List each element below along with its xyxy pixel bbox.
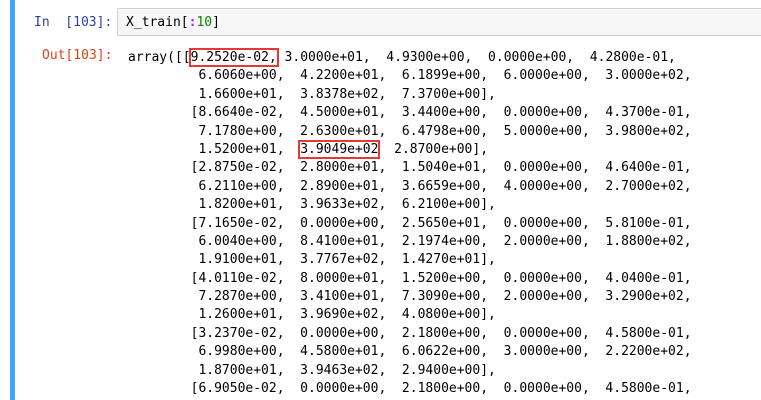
output-text: [8.6640e-02, 4.5000e+01, 3.4400e+00, 0.0… xyxy=(128,105,692,121)
output-text: 1.2600e+01, 3.9690e+02, 4.0800e+00], xyxy=(128,307,496,323)
output-text: 6.9980e+00, 4.5800e+01, 6.0622e+00, 3.00… xyxy=(128,344,692,360)
code-editor[interactable]: X_train[:10] xyxy=(117,8,761,36)
output-line: 1.8200e+01, 3.9633e+02, 6.2100e+00], xyxy=(128,196,692,214)
output-line: [8.6640e-02, 4.5000e+01, 3.4400e+00, 0.0… xyxy=(128,104,692,122)
output-line: 1.8700e+01, 3.9463e+02, 2.9400e+00], xyxy=(128,362,692,380)
output-text: 6.2110e+00, 2.8900e+01, 3.6659e+00, 4.00… xyxy=(128,178,692,194)
output-line: [4.0110e-02, 8.0000e+01, 1.5200e+00, 0.0… xyxy=(128,270,692,288)
output-text: 7.2870e+00, 3.4100e+01, 7.3090e+00, 2.00… xyxy=(128,289,692,305)
output-text: [6.9050e-02, 0.0000e+00, 2.1800e+00, 0.0… xyxy=(128,381,692,397)
output-prompt: Out[103]: xyxy=(42,48,113,63)
output-text: 1.5200e+01, xyxy=(128,141,301,157)
output-text: 1.6600e+01, 3.8378e+02, 7.3700e+00], xyxy=(128,86,496,102)
output-text: 1.9100e+01, 3.7767e+02, 1.4270e+01], xyxy=(128,252,496,268)
output-text: 3.0000e+01, 4.9300e+00, 0.0000e+00, 4.28… xyxy=(276,50,676,65)
output-text: 1.8700e+01, 3.9463e+02, 2.9400e+00], xyxy=(128,362,496,378)
output-line: 7.2870e+00, 3.4100e+01, 7.3090e+00, 2.00… xyxy=(128,288,692,306)
output-text: [4.0110e-02, 8.0000e+01, 1.5200e+00, 0.0… xyxy=(128,270,692,286)
selected-cell-indicator xyxy=(10,0,15,400)
output-area: array([[9.2520e-02, 3.0000e+01, 4.9300e+… xyxy=(128,48,692,400)
output-text: 6.0040e+00, 8.4100e+01, 2.1974e+00, 2.00… xyxy=(128,233,692,249)
output-text: array([[ xyxy=(128,50,191,65)
code-bracket-open: [ xyxy=(180,15,189,30)
output-line: 6.6060e+00, 4.2200e+01, 6.1899e+00, 6.00… xyxy=(128,67,692,85)
output-line: 1.2600e+01, 3.9690e+02, 4.0800e+00], xyxy=(128,306,692,324)
highlighted-value: 9.2520e-02, xyxy=(188,48,279,67)
output-line: 6.0040e+00, 8.4100e+01, 2.1974e+00, 2.00… xyxy=(128,233,692,251)
output-line: 6.2110e+00, 2.8900e+01, 3.6659e+00, 4.00… xyxy=(128,178,692,196)
code-variable: X_train xyxy=(126,15,181,30)
code-bracket-close: ] xyxy=(212,15,220,30)
output-text: 7.1780e+00, 2.6300e+01, 6.4798e+00, 5.00… xyxy=(128,123,692,139)
output-text: 1.8200e+01, 3.9633e+02, 6.2100e+00], xyxy=(128,197,496,213)
input-prompt: In [103]: xyxy=(34,15,113,30)
code-line[interactable]: X_train[:10] xyxy=(126,15,220,31)
output-text: [2.8750e-02, 2.8000e+01, 1.5040e+01, 0.0… xyxy=(128,160,692,176)
output-line: 1.9100e+01, 3.7767e+02, 1.4270e+01], xyxy=(128,251,692,269)
output-line: [6.9050e-02, 0.0000e+00, 2.1800e+00, 0.0… xyxy=(128,380,692,398)
output-text: [3.2370e-02, 0.0000e+00, 2.1800e+00, 0.0… xyxy=(128,325,692,341)
output-line: array([[9.2520e-02, 3.0000e+01, 4.9300e+… xyxy=(128,48,692,67)
output-line: 7.1780e+00, 2.6300e+01, 6.4798e+00, 5.00… xyxy=(128,123,692,141)
output-line: 6.9980e+00, 4.5800e+01, 6.0622e+00, 3.00… xyxy=(128,343,692,361)
notebook-view: In [103]: X_train[:10] Out[103]: array([… xyxy=(0,0,761,400)
output-line: [2.8750e-02, 2.8000e+01, 1.5040e+01, 0.0… xyxy=(128,159,692,177)
output-text: [7.1650e-02, 0.0000e+00, 2.5650e+01, 0.0… xyxy=(128,215,692,231)
output-text: 6.6060e+00, 4.2200e+01, 6.1899e+00, 6.00… xyxy=(128,68,692,84)
output-line: 1.5200e+01, 3.9049e+02 2.8700e+00], xyxy=(128,139,692,159)
output-line: 1.6600e+01, 3.8378e+02, 7.3700e+00], xyxy=(128,86,692,104)
input-cell[interactable]: In [103]: X_train[:10] xyxy=(0,8,761,38)
output-line: [7.1650e-02, 0.0000e+00, 2.5650e+01, 0.0… xyxy=(128,215,692,233)
code-number: 10 xyxy=(196,15,213,30)
highlighted-value: 3.9049e+02 xyxy=(298,139,381,159)
output-text: 2.8700e+00], xyxy=(378,141,489,157)
output-line: [3.2370e-02, 0.0000e+00, 2.1800e+00, 0.0… xyxy=(128,325,692,343)
